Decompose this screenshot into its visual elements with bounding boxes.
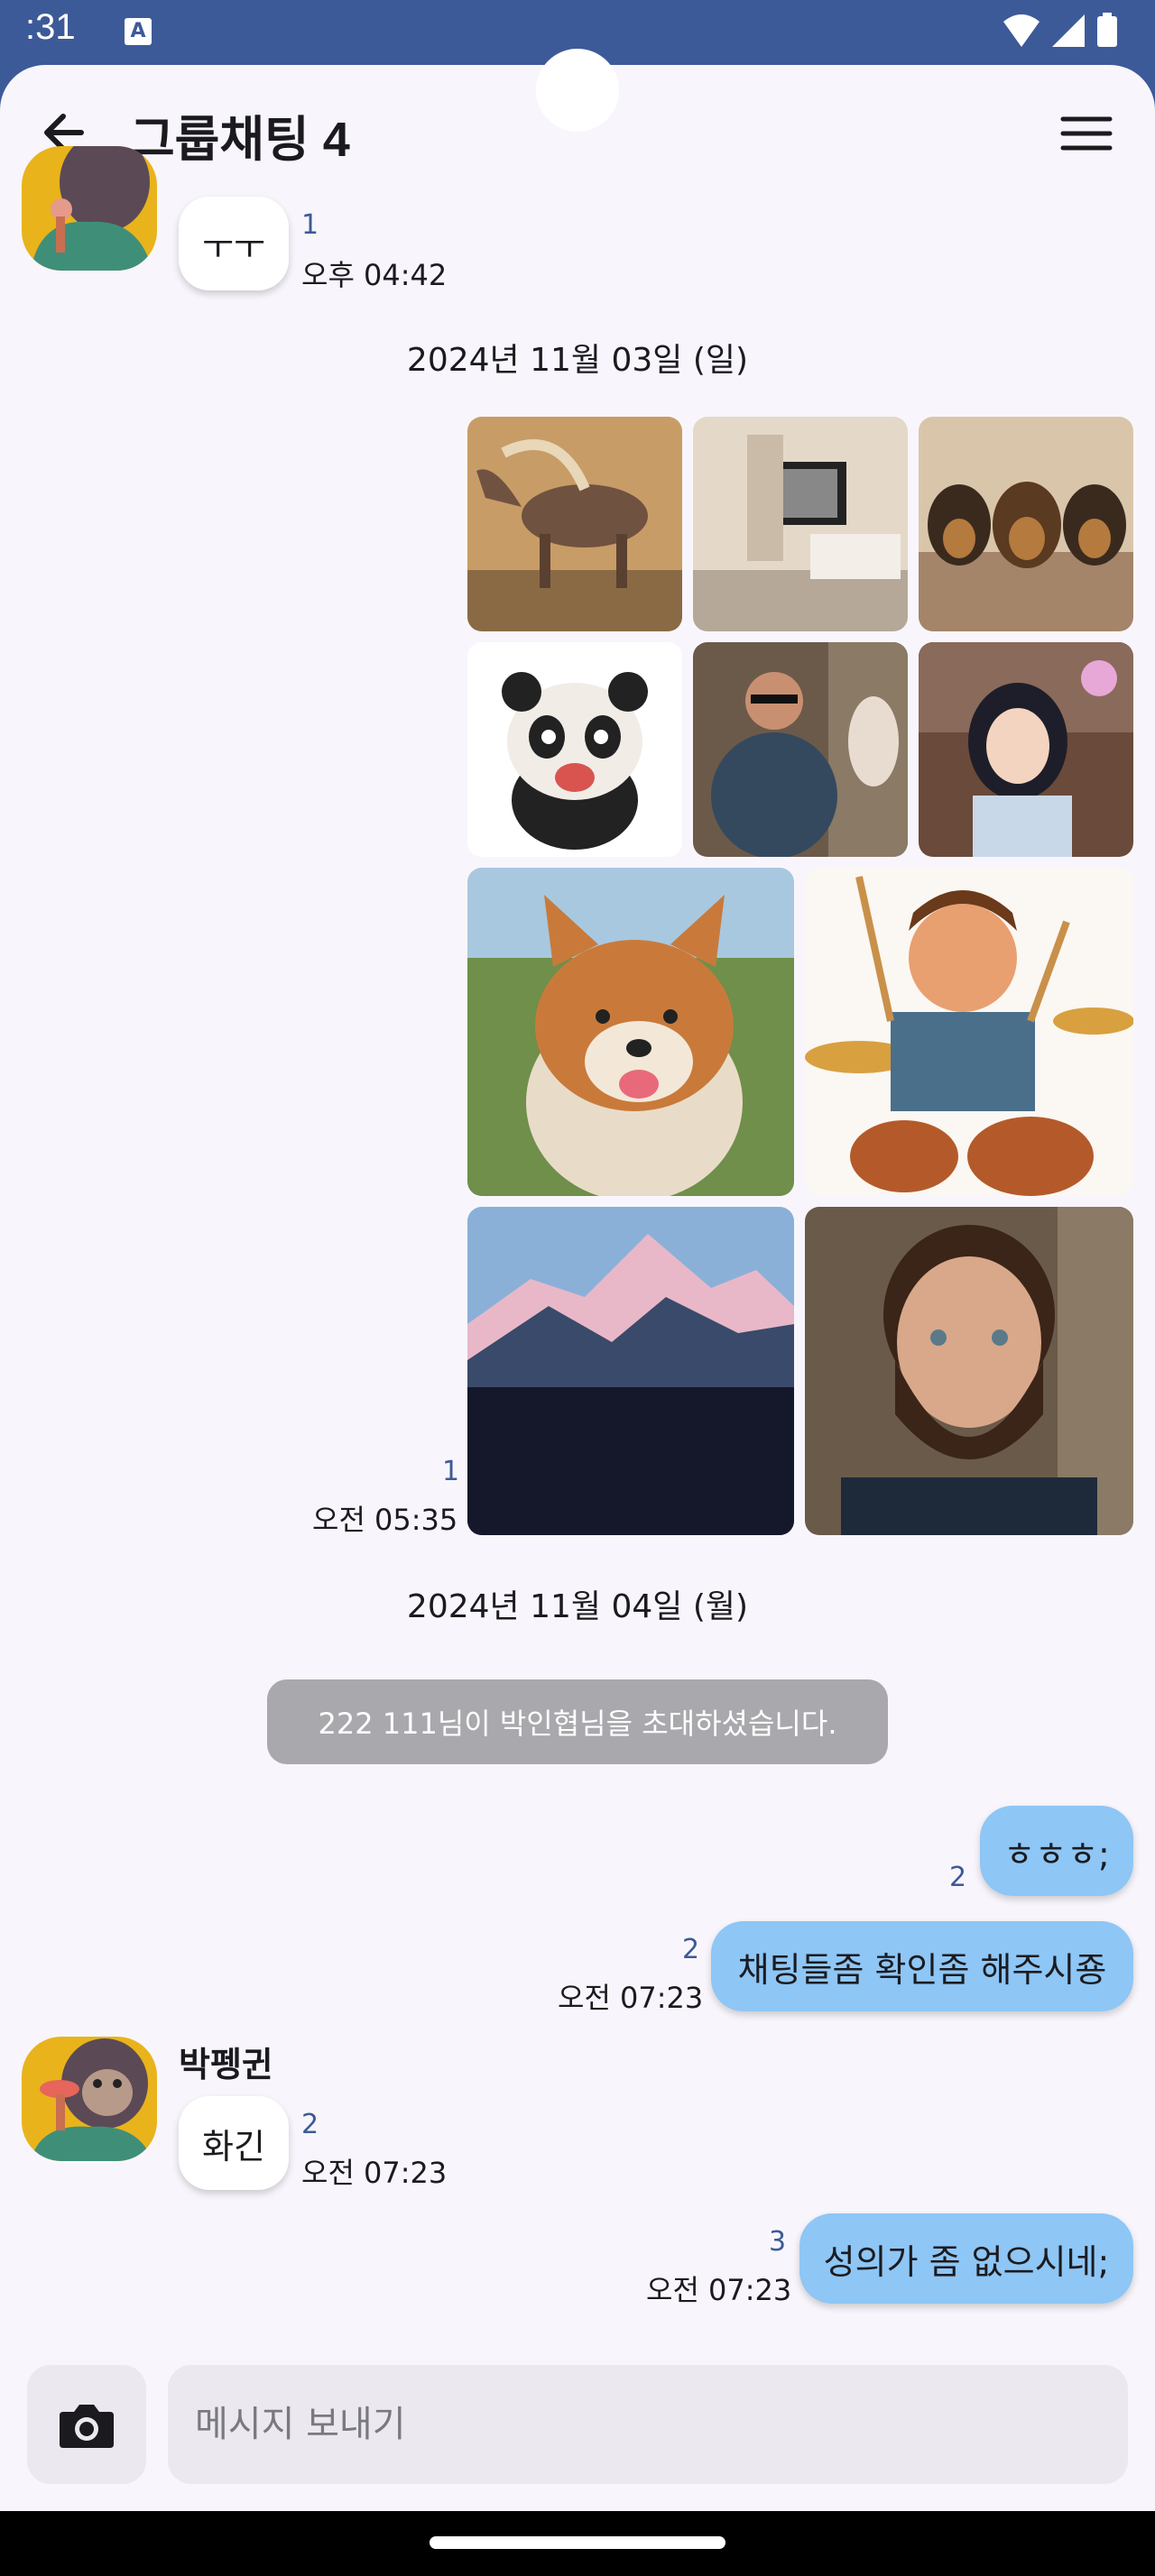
message-composer [0,2338,1155,2509]
status-time: :31 [25,7,76,47]
signal-icon [1052,14,1085,47]
photo-panda[interactable] [467,642,682,857]
incoming-message-bubble[interactable]: 화긴 [179,2096,289,2190]
system-message: 222 111님이 박인협님을 초대하셨습니다. [267,1679,888,1764]
unread-count: 1 [301,209,319,241]
photo-man-sitting[interactable] [693,642,908,857]
monkey-avatar-image [22,146,157,271]
wifi-icon [1003,14,1040,47]
menu-button[interactable] [1059,106,1113,161]
photo-shiba-dog[interactable] [467,868,794,1196]
incoming-message-bubble[interactable]: ㅜㅜ [179,197,289,290]
sender-name: 박펭귄 [179,2045,273,2084]
status-icons [1002,13,1119,49]
date-separator: 2024년 11월 03일 (일) [406,342,749,379]
front-camera [536,49,619,132]
outgoing-message-bubble[interactable]: 채팅들좀 확인좀 해주시죵 [711,1921,1133,2011]
photo-room-tv[interactable] [693,417,908,631]
photo-mountain[interactable] [467,1207,794,1535]
camera-button[interactable] [27,2365,146,2484]
unread-count: 2 [301,2109,319,2140]
message-text: 채팅들좀 확인좀 해주시죵 [737,1949,1107,1990]
message-text: 화긴 [202,2126,265,2167]
unread-count: 3 [769,2226,787,2258]
message-time: 오전 07:23 [558,1981,704,2015]
home-indicator[interactable] [430,2536,725,2549]
photo-bearded-man[interactable] [805,1207,1133,1535]
photo-dogs[interactable] [919,417,1133,631]
date-separator: 2024년 11월 04일 (월) [406,1588,749,1625]
app-notification-icon: A [125,18,152,45]
outgoing-message-bubble[interactable]: 성의가 좀 없으시네; [799,2213,1133,2304]
outgoing-message-bubble[interactable]: ㅎㅎㅎ; [980,1806,1133,1896]
phone-screen: :31 A 그룹채팅 4 ㅜㅜ 1 오후 04:42 2024년 11월 03일… [0,0,1155,2576]
unread-count: 1 [442,1456,460,1487]
message-time: 오전 07:23 [646,2273,792,2307]
message-text: 성의가 좀 없으시네; [823,2241,1110,2282]
camera-icon [60,2405,114,2448]
message-time: 오전 05:35 [312,1503,458,1537]
hamburger-menu-icon [1060,116,1113,151]
message-text: ㅜㅜ [202,226,265,267]
unread-count: 2 [949,1862,967,1893]
system-message-text: 222 111님이 박인협님을 초대하셨습니다. [318,1707,837,1741]
monkey-avatar-image [22,2037,157,2161]
message-input[interactable] [168,2365,1128,2484]
unread-count: 2 [682,1934,700,1965]
avatar[interactable] [22,2037,157,2161]
photo-horse[interactable] [467,417,682,631]
photo-anime-girl[interactable] [919,642,1133,857]
photo-drummer-boy[interactable] [805,868,1133,1196]
chat-room-title: 그룹채팅 4 [130,113,350,167]
avatar[interactable] [22,146,157,271]
message-time: 오전 07:23 [301,2156,448,2190]
message-text: ㅎㅎㅎ; [1003,1834,1110,1874]
battery-icon [1097,13,1117,47]
message-time: 오후 04:42 [301,258,448,292]
